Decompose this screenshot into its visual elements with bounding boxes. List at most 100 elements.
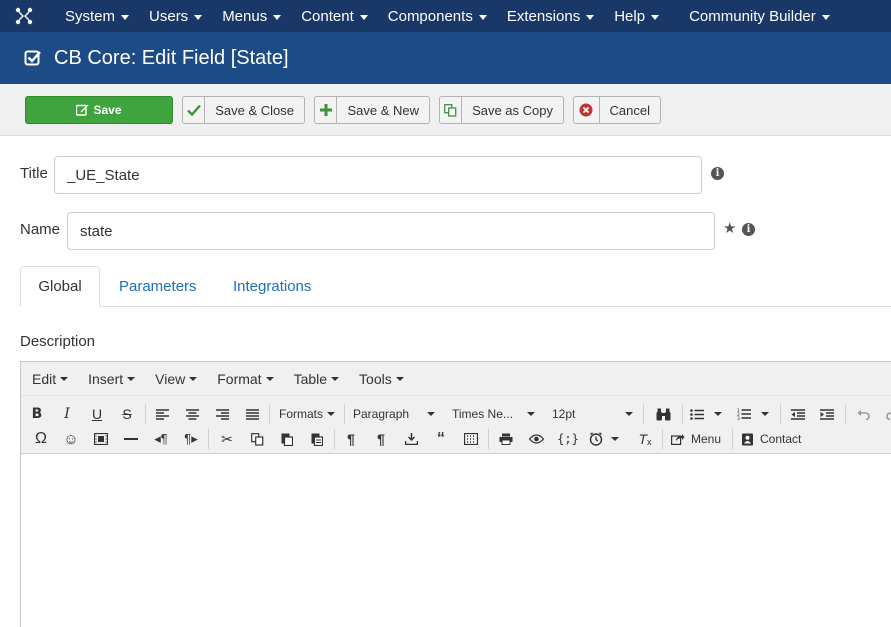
check-icon [183,97,206,123]
menu-format[interactable]: Format [217,370,274,387]
italic-icon[interactable]: I [59,401,75,427]
copy-icon[interactable] [249,426,265,452]
find-binoculars-icon[interactable] [654,401,672,427]
strikethrough-icon[interactable]: S [119,401,135,427]
title-label: Title [20,165,48,182]
toolbar-separator [488,429,489,449]
chevron-down-icon [586,14,595,20]
editor-menubar: Edit Insert View Format Table Tools [21,362,891,396]
plus-icon [315,97,338,123]
emoticons-smile-icon[interactable]: ☺ [63,426,79,452]
top-nav: System Users Menus Content Components Extensi… [0,0,891,32]
media-film-icon[interactable] [93,426,109,452]
paste-text-icon[interactable] [309,426,325,452]
tab-integrations[interactable]: Integrations [217,266,327,307]
nav-users[interactable]: Users [149,0,203,32]
menu-format-label: Format [217,370,262,387]
chevron-down-icon [651,14,660,20]
nav-community-builder[interactable]: Community Builder [689,0,830,32]
code-braces-icon[interactable]: {;} [557,426,579,452]
preview-eye-icon[interactable] [528,426,544,452]
caret-down-icon [331,376,340,381]
toolbar-separator [845,404,846,424]
save-button[interactable]: Save [25,96,173,124]
save-new-button[interactable]: Save & New [314,96,430,124]
menu-view[interactable]: View [155,371,198,387]
save-close-label: Save & Close [215,102,294,118]
bullet-list-icon[interactable] [690,401,724,427]
clear-formatting-icon[interactable]: Tx [637,426,653,452]
nav-help[interactable]: Help [614,0,660,32]
title-input[interactable] [54,156,702,194]
align-left-icon[interactable] [154,401,170,427]
nav-extensions-label: Extensions [506,7,581,25]
save-copy-button[interactable]: Save as Copy [439,96,564,124]
table-grid-icon[interactable] [463,426,479,452]
joomla-logo-icon[interactable] [0,0,48,32]
redo-icon[interactable] [883,401,891,427]
special-character-omega-icon[interactable]: Ω [33,426,49,452]
indent-icon[interactable] [818,401,836,427]
nav-menus[interactable]: Menus [222,0,282,32]
tab-global[interactable]: Global [20,266,100,307]
visual-blocks-icon[interactable]: ¶ [373,426,389,452]
nav-system[interactable]: System [65,0,130,32]
menu-tools[interactable]: Tools [359,371,404,387]
caret-down-icon [60,376,69,381]
outdent-icon[interactable] [789,401,807,427]
caret-down-icon [265,376,274,381]
description-editor: Edit Insert View Format Table Tools B I … [20,361,891,627]
save-close-button[interactable]: Save & Close [182,96,305,124]
insert-datetime-clock-icon[interactable] [589,426,621,452]
star-icon: ★ [723,220,737,237]
insert-template-icon[interactable] [403,426,419,452]
toolbar-separator [334,429,335,449]
nav-extensions[interactable]: Extensions [506,0,595,32]
name-input[interactable] [67,212,715,250]
toolbar-separator [269,404,270,424]
editor-content-area[interactable] [21,454,891,627]
paragraph-dropdown[interactable]: Paragraph [353,401,435,427]
align-center-icon[interactable] [184,401,200,427]
font-size-label: 12pt [552,407,576,421]
underline-icon[interactable]: U [89,401,105,427]
menu-insert[interactable]: Insert [88,371,136,387]
undo-icon[interactable] [854,401,872,427]
paragraph-label: Paragraph [353,407,410,421]
toolbar: Save Save & Close Save & New Save as Cop… [0,84,891,136]
blockquote-icon[interactable]: “ [433,426,449,452]
menu-edit-label: Edit [32,370,57,387]
caret-down-icon [527,412,535,416]
info-icon[interactable]: i [711,167,724,180]
bold-icon[interactable]: B [29,401,45,427]
paste-icon[interactable] [279,426,295,452]
numbered-list-icon[interactable]: 123 [737,401,773,427]
toolbar-separator [662,429,663,449]
font-size-dropdown[interactable]: 12pt [552,401,633,427]
print-icon[interactable] [498,426,514,452]
nav-content[interactable]: Content [301,0,368,32]
ltr-direction-icon[interactable]: ◂¶ [153,426,169,452]
cb-menu-button[interactable]: Menu [671,426,723,452]
nav-system-label: System [65,7,116,25]
cancel-button[interactable]: Cancel [573,96,661,124]
edit-icon [76,97,89,123]
menu-edit[interactable]: Edit [32,370,69,387]
align-justify-icon[interactable] [244,401,260,427]
menu-tools-label: Tools [359,370,392,387]
menu-table[interactable]: Table [294,371,340,387]
rtl-direction-icon[interactable]: ¶▸ [183,426,199,452]
tab-parameters[interactable]: Parameters [103,266,213,307]
svg-text:3: 3 [737,416,740,420]
caret-down-icon [427,412,435,416]
cb-contact-button[interactable]: Contact [741,426,807,452]
cut-scissors-icon[interactable]: ✂ [219,426,235,452]
paragraph-mark-icon[interactable]: ¶ [343,426,359,452]
align-right-icon[interactable] [214,401,230,427]
save-button-label: Save [93,103,122,117]
horizontal-rule-icon[interactable] [123,426,139,452]
formats-dropdown[interactable]: Formats [279,401,335,427]
info-icon[interactable]: i [742,223,755,236]
nav-components[interactable]: Components [388,0,487,32]
font-family-dropdown[interactable]: Times Ne... [452,401,535,427]
